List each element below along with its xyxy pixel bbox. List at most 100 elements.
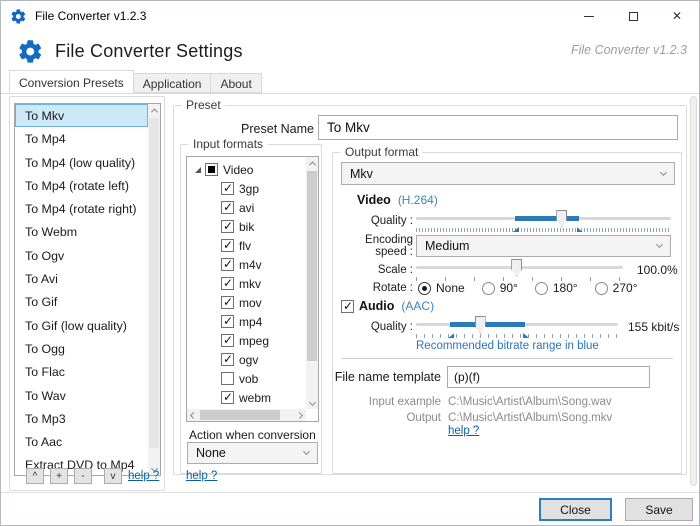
encoding-speed-dropdown[interactable]: Medium <box>416 235 671 257</box>
format-checkbox[interactable] <box>221 390 234 404</box>
input-example-label: Input example <box>368 396 441 408</box>
format-tree-row[interactable]: 3gp <box>187 179 306 198</box>
input-formats-help-link[interactable]: help ? <box>186 470 217 482</box>
input-formats-tree: Video 3gp avi <box>186 156 319 422</box>
format-label: mkv <box>239 276 261 291</box>
preset-list-item[interactable]: To Gif <box>15 290 148 313</box>
scroll-left-icon[interactable] <box>187 409 200 421</box>
format-tree-row[interactable]: mp4 <box>187 312 306 331</box>
close-dialog-button[interactable]: Close <box>539 498 612 521</box>
version-label: File Converter v1.2.3 <box>570 43 687 57</box>
format-tree-row[interactable]: bik <box>187 217 306 236</box>
preset-list-item[interactable]: To Gif (low quality) <box>15 314 148 337</box>
scroll-up-icon[interactable] <box>306 157 318 170</box>
tree-vertical-scrollbar[interactable] <box>306 157 318 409</box>
format-checkbox[interactable] <box>221 257 234 271</box>
tab-application[interactable]: Application <box>132 73 212 93</box>
format-checkbox[interactable] <box>221 200 234 214</box>
scrollbar-thumb[interactable] <box>307 171 317 361</box>
action-dropdown[interactable]: None <box>187 442 318 464</box>
scrollbar-thumb[interactable] <box>149 118 159 448</box>
format-checkbox[interactable] <box>221 333 234 347</box>
tab-about[interactable]: About <box>210 73 262 93</box>
scrollbar-thumb[interactable] <box>200 410 280 420</box>
move-preset-down-button[interactable]: v <box>104 468 122 484</box>
format-label: flv <box>239 238 251 253</box>
format-tree-row[interactable]: m4v <box>187 255 306 274</box>
scale-value: 100.0% <box>637 263 678 277</box>
tree-node-video[interactable]: Video <box>187 160 306 179</box>
preset-list-item[interactable]: To Mp4 (low quality) <box>15 151 148 174</box>
slider-ticks <box>416 334 618 338</box>
preset-list-scrollbar[interactable] <box>148 104 160 475</box>
scroll-right-icon[interactable] <box>293 409 306 421</box>
presets-help-link[interactable]: help ? <box>128 470 159 482</box>
format-tree-row[interactable]: flv <box>187 236 306 255</box>
format-tree-row[interactable]: mpeg <box>187 331 306 350</box>
preset-list-item[interactable]: To Mkv <box>15 104 148 128</box>
preset-list-item[interactable]: To Ogv <box>15 244 148 267</box>
slider-thumb[interactable] <box>511 259 523 276</box>
output-format-dropdown[interactable]: Mkv <box>341 162 675 185</box>
slider-thumb[interactable] <box>556 210 568 227</box>
file-name-template-input[interactable] <box>447 366 650 388</box>
format-checkbox[interactable] <box>221 276 234 290</box>
maximize-button[interactable] <box>611 1 655 31</box>
preset-list-item[interactable]: To Wav <box>15 384 148 407</box>
tree-expander-icon[interactable] <box>195 166 201 173</box>
close-button[interactable]: ✕ <box>655 1 699 31</box>
video-root-checkbox[interactable] <box>205 163 218 176</box>
format-checkbox[interactable] <box>221 372 234 385</box>
preset-list-item[interactable]: To Avi <box>15 267 148 290</box>
slider-thumb[interactable] <box>474 316 486 333</box>
format-tree-row[interactable]: vob <box>187 369 306 388</box>
remove-preset-button[interactable]: - <box>74 468 92 484</box>
preset-list-item[interactable]: To Mp4 <box>15 127 148 150</box>
add-preset-button[interactable]: + <box>50 468 68 484</box>
preset-name-input[interactable] <box>318 115 678 140</box>
action-dropdown-value: None <box>196 446 226 460</box>
video-quality-slider[interactable] <box>416 209 671 233</box>
preset-list-item[interactable]: To Mp4 (rotate right) <box>15 197 148 220</box>
save-button[interactable]: Save <box>625 498 693 521</box>
format-label: mov <box>239 295 262 310</box>
page-scrollbar[interactable] <box>690 96 697 486</box>
audio-enabled-checkbox[interactable] <box>341 299 354 313</box>
scroll-down-icon[interactable] <box>306 396 318 409</box>
tree-horizontal-scrollbar[interactable] <box>187 409 306 421</box>
rotate-none-radio[interactable]: None <box>418 281 465 295</box>
format-checkbox[interactable] <box>221 238 234 252</box>
filename-help-link[interactable]: help ? <box>448 425 479 437</box>
scale-slider[interactable] <box>416 258 623 282</box>
preset-list-item[interactable]: To Flac <box>15 360 148 383</box>
preset-list-item[interactable]: To Mp4 (rotate left) <box>15 174 148 197</box>
audio-quality-slider[interactable] <box>416 315 618 339</box>
format-checkbox[interactable] <box>221 314 234 328</box>
format-checkbox[interactable] <box>221 352 234 366</box>
rotate-270-radio[interactable]: 270° <box>594 281 638 295</box>
format-tree-row[interactable]: mov <box>187 293 306 312</box>
scroll-up-icon[interactable] <box>148 104 160 117</box>
preset-list-item[interactable]: To Aac <box>15 430 148 453</box>
format-tree-row[interactable]: avi <box>187 198 306 217</box>
chevron-down-icon <box>655 240 664 249</box>
move-preset-up-button[interactable]: ^ <box>26 468 44 484</box>
format-tree-row[interactable]: webm <box>187 388 306 407</box>
preset-list-item[interactable]: To Ogg <box>15 337 148 360</box>
tab-conversion-presets[interactable]: Conversion Presets <box>9 70 134 93</box>
rotate-90-radio[interactable]: 90° <box>481 281 518 295</box>
tree-node-label: Video <box>223 162 254 177</box>
rotate-180-radio[interactable]: 180° <box>534 281 578 295</box>
minimize-button[interactable] <box>567 1 611 31</box>
preset-list-panel: To Mkv To Mp4 To Mp4 (low quality) To Mp… <box>9 96 165 491</box>
format-tree-row[interactable]: mkv <box>187 274 306 293</box>
format-checkbox[interactable] <box>221 219 234 233</box>
page-title: File Converter Settings <box>55 40 243 61</box>
format-checkbox[interactable] <box>221 295 234 309</box>
preset-list-item[interactable]: To Mp3 <box>15 407 148 430</box>
action-label: Action when conversion su <box>189 428 319 442</box>
preset-list-item[interactable]: To Webm <box>15 220 148 243</box>
format-checkbox[interactable] <box>221 181 234 195</box>
radio-icon <box>534 281 548 295</box>
format-tree-row[interactable]: ogv <box>187 350 306 369</box>
